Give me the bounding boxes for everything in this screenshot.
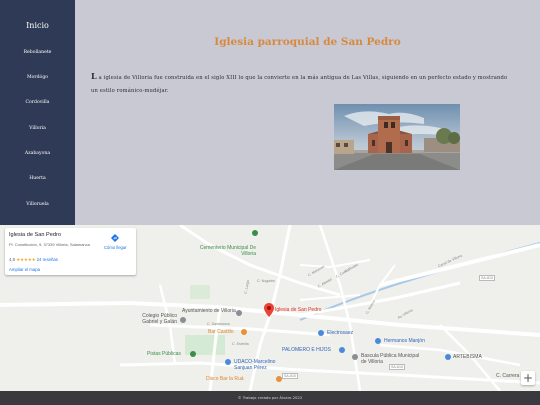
road-badge: SA-810	[282, 373, 298, 379]
shop-pin-icon[interactable]	[318, 330, 324, 336]
road-badge: SA-810	[389, 364, 405, 370]
place-rating-row: 4,8 ★★★★★ 24 reseñas	[9, 257, 58, 263]
road-badge: SA-810	[479, 275, 495, 281]
townhall-label[interactable]: Ayuntamiento de Villoria	[182, 308, 236, 314]
udaco-label[interactable]: UDACO-Marcelino Sanjuan Pérez	[234, 359, 288, 371]
nav-link-mordogo[interactable]: Mordógo	[0, 75, 75, 80]
nav-link-azabayona[interactable]: Azabayona	[0, 151, 75, 156]
manjon-label[interactable]: Hermanos Manjón	[384, 338, 425, 344]
church-label[interactable]: Iglesia de San Pedro	[275, 307, 321, 313]
body-text: a iglesia de Villoria fue construida en …	[91, 75, 508, 94]
page-title: Iglesia parroquial de San Pedro	[214, 36, 401, 48]
main-content	[75, 0, 540, 225]
palomero-pin-icon[interactable]	[339, 347, 345, 353]
nav-link-rebollanete[interactable]: Rebollanete	[0, 50, 75, 55]
place-name: Iglesia de San Pedro	[9, 232, 61, 238]
cemetery-label[interactable]: Cementerio Municipal De Villoria	[196, 245, 256, 257]
artebisma-label[interactable]: ARTEBISMA	[453, 354, 482, 360]
church-map-pin-icon[interactable]	[264, 303, 274, 317]
place-card: Iglesia de San Pedro Pl. Constitución, 9…	[5, 228, 136, 275]
body-paragraph: L a iglesia de Villoria fue construida e…	[91, 70, 516, 98]
pistas-label[interactable]: Pistas Públicas	[147, 351, 181, 357]
bar-castillo-label[interactable]: Bar Castillo	[208, 329, 234, 335]
footer: © Trabajo creado por Álvaro 2022	[0, 391, 540, 405]
palomero-label[interactable]: PALOMERO E HIJOS	[282, 347, 331, 353]
footer-copyright: © Trabajo creado por Álvaro 2022	[237, 395, 303, 400]
pistas-pin-icon[interactable]	[190, 351, 196, 357]
nav-link-huerta[interactable]: Huerta	[0, 176, 75, 181]
directions-link[interactable]: Cómo llegar	[104, 245, 127, 250]
enlarge-map-link[interactable]: Ampliar el mapa	[9, 267, 40, 272]
nav-link-cordovilla[interactable]: Cordovilla	[0, 100, 75, 105]
street-salamanca: C. Salamanca	[207, 322, 230, 326]
artebisma-pin-icon[interactable]	[445, 354, 451, 360]
map-embed[interactable]: Iglesia de San Pedro Pl. Constitución, 9…	[0, 225, 540, 391]
zoom-in-button[interactable]: +	[521, 371, 535, 385]
disco-label[interactable]: Disco Bar la Ruá	[206, 376, 244, 382]
drop-cap: L	[91, 71, 97, 81]
bascula-pin-icon[interactable]	[352, 354, 358, 360]
church-photo	[334, 104, 460, 170]
nav-link-villoria[interactable]: Villoria	[0, 126, 75, 131]
school-label[interactable]: Colegio Público Gabriel y Galán	[125, 313, 177, 325]
sidebar-nav: Inicio Rebollanete Mordógo Cordovilla Vi…	[0, 0, 75, 225]
school-pin-icon[interactable]	[180, 317, 186, 323]
electrosaez-label[interactable]: Electrosaez	[327, 330, 353, 336]
street-nogales: C. Nogales	[257, 279, 275, 283]
manjon-pin-icon[interactable]	[375, 338, 381, 344]
nav-link-villoruela[interactable]: Villoruela	[0, 202, 75, 207]
directions-icon[interactable]	[111, 234, 119, 242]
place-address: Pl. Constitución, 9, 37339 Villoria, Sal…	[9, 242, 90, 247]
place-rating: 4,8	[9, 257, 15, 262]
townhall-pin-icon[interactable]	[236, 310, 242, 316]
cemetery-pin-icon[interactable]	[252, 230, 258, 236]
street-estrella: C. Estrella	[232, 342, 249, 346]
bar-pin-icon[interactable]	[241, 329, 247, 335]
reviews-link[interactable]: 24 reseñas	[37, 257, 58, 262]
udaco-pin-icon[interactable]	[225, 359, 231, 365]
nav-home-link[interactable]: Inicio	[0, 21, 75, 30]
star-rating-icon: ★★★★★	[16, 257, 36, 262]
